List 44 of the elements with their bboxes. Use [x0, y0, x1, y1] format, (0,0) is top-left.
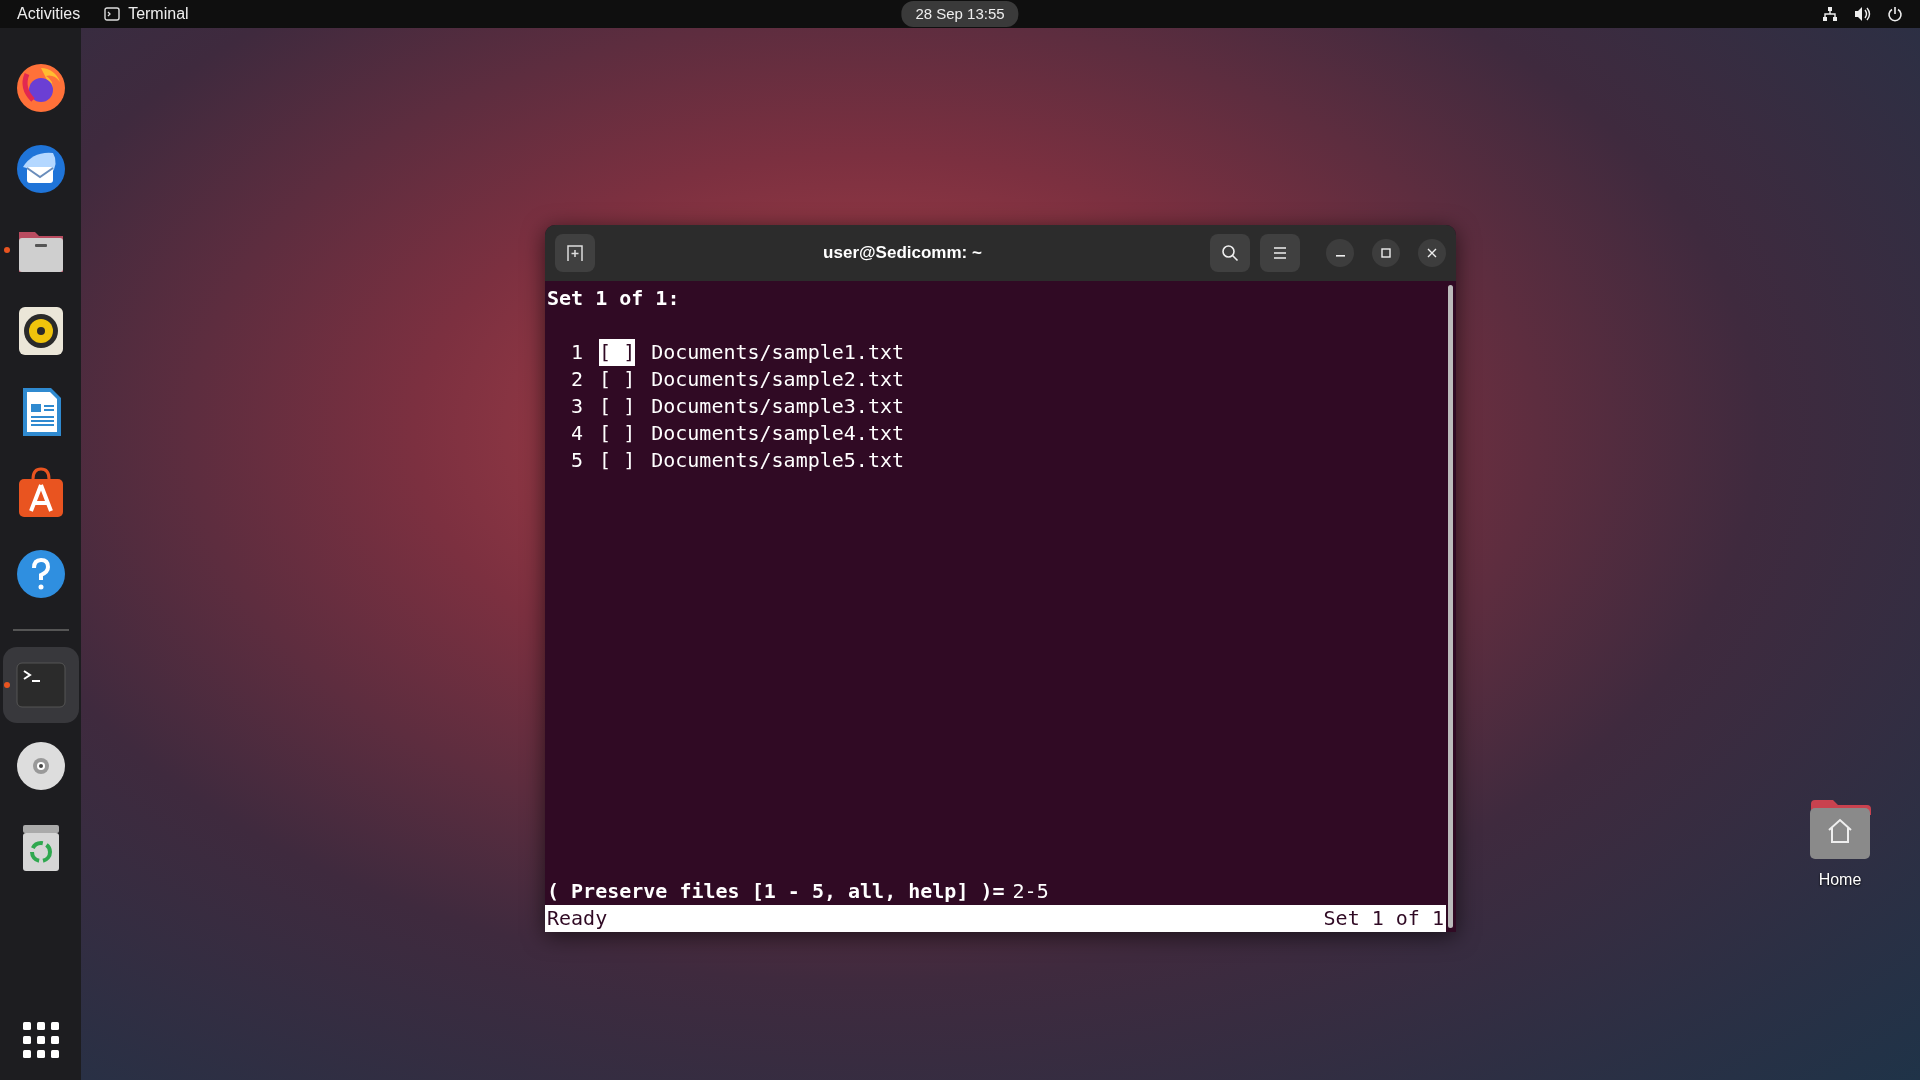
checkbox[interactable]: [ ]	[599, 447, 636, 474]
volume-icon[interactable]	[1854, 6, 1871, 22]
close-button[interactable]	[1418, 239, 1446, 267]
line-number: 5	[571, 447, 584, 474]
line-number: 2	[571, 366, 584, 393]
checkbox[interactable]: [ ]	[599, 393, 636, 420]
menu-button[interactable]	[1260, 234, 1300, 272]
line-number: 3	[571, 393, 584, 420]
activities-button[interactable]: Activities	[17, 2, 81, 26]
line-number: 4	[571, 420, 584, 447]
checkbox[interactable]: [ ]	[599, 339, 636, 366]
close-icon	[1426, 247, 1438, 259]
menu-icon	[1272, 246, 1288, 260]
new-tab-button[interactable]	[555, 234, 595, 272]
window-title: user@Sedicomm: ~	[822, 242, 983, 265]
file-path: Documents/sample2.txt	[651, 366, 905, 393]
file-path: Documents/sample3.txt	[651, 393, 905, 420]
clock-button[interactable]: 28 Sep 13:55	[901, 0, 1019, 28]
file-path: Documents/sample4.txt	[651, 420, 905, 447]
minimize-button[interactable]	[1326, 239, 1354, 267]
line-number: 1	[571, 339, 584, 366]
file-path: Documents/sample5.txt	[651, 447, 905, 474]
app-menu-label[interactable]: Terminal	[128, 2, 189, 26]
terminal-line: Set 1 of 1:	[547, 286, 680, 310]
input-text[interactable]: 2-5	[1012, 878, 1049, 905]
checkbox[interactable]: [ ]	[599, 366, 636, 393]
home-folder-icon[interactable]	[1809, 798, 1871, 860]
desktop-icon-label[interactable]: Home	[1818, 868, 1862, 892]
new-tab-icon	[566, 244, 584, 262]
status-text: Ready	[547, 905, 608, 932]
checkbox[interactable]: [ ]	[599, 420, 636, 447]
grid-icon	[22, 1022, 59, 1058]
search-icon	[1221, 244, 1239, 262]
file-path: Documents/sample1.txt	[651, 339, 905, 366]
terminal-icon	[104, 7, 121, 21]
minimize-icon	[1335, 254, 1345, 257]
set-counter: Set 1 of 1	[1323, 905, 1444, 932]
maximize-button[interactable]	[1372, 239, 1400, 267]
search-button[interactable]	[1210, 234, 1250, 272]
scrollbar[interactable]	[1448, 285, 1453, 928]
maximize-icon	[1380, 247, 1392, 259]
network-icon[interactable]	[1822, 6, 1838, 22]
prompt-text: ( Preserve files [1 - 5, all, help] )=	[547, 878, 1005, 905]
power-icon[interactable]	[1887, 6, 1903, 22]
